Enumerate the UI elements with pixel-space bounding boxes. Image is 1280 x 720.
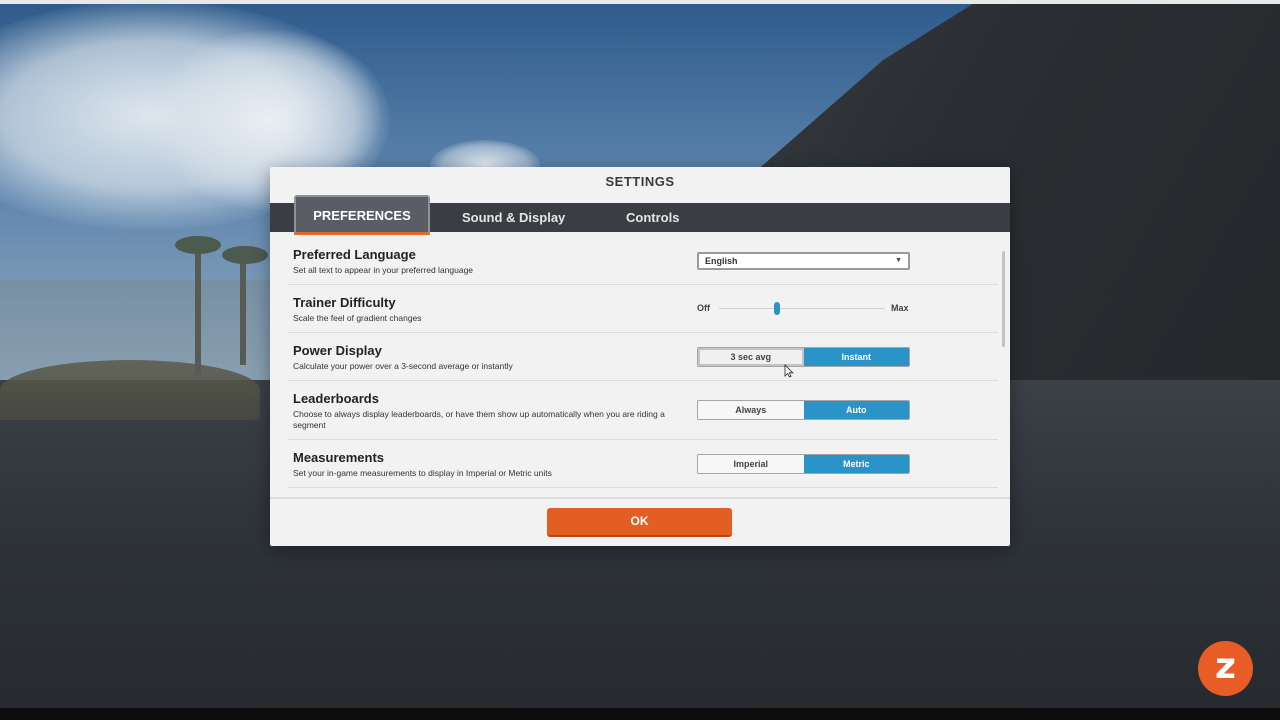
footer-divider [270, 497, 1010, 499]
power-display-toggle: 3 sec avg Instant [697, 347, 910, 367]
setting-description: Set all text to appear in your preferred… [293, 265, 474, 275]
settings-scrollbar[interactable] [1002, 251, 1005, 347]
shoreline [0, 360, 260, 420]
slider-max-label: Max [891, 303, 909, 313]
palm-tree [240, 255, 246, 365]
measurements-toggle: Imperial Metric [697, 454, 910, 474]
setting-title: Leaderboards [293, 391, 379, 406]
setting-row-leaderboards: Leaderboards Choose to always display le… [288, 381, 998, 440]
setting-row-power: Power Display Calculate your power over … [288, 333, 998, 381]
zwift-logo-icon: z [1198, 641, 1253, 696]
leaderboards-option-auto[interactable]: Auto [803, 401, 909, 419]
tab-bar: PREFERENCES Sound & Display Controls [270, 195, 1010, 235]
slider-min-label: Off [697, 303, 710, 313]
leaderboards-option-always[interactable]: Always [698, 401, 804, 419]
mouse-cursor-icon [784, 364, 794, 378]
setting-description: Set your in-game measurements to display… [293, 468, 552, 478]
chevron-down-icon: ▼ [895, 257, 902, 264]
ok-button[interactable]: OK [547, 508, 732, 537]
window-bottom-edge [0, 708, 1280, 720]
setting-title: Preferred Language [293, 247, 416, 262]
leaderboards-toggle-wrap: Always Auto [697, 400, 910, 420]
setting-title: Power Display [293, 343, 382, 358]
setting-title: Measurements [293, 450, 385, 465]
language-dropdown-wrap: English ▼ [697, 252, 910, 270]
slider-track[interactable] [719, 308, 885, 309]
measurements-option-imperial[interactable]: Imperial [698, 455, 804, 473]
power-option-instant[interactable]: Instant [803, 348, 909, 366]
difficulty-slider[interactable]: Off Max [697, 299, 910, 319]
tab-controls[interactable]: Controls [626, 203, 679, 232]
slider-thumb[interactable] [774, 302, 780, 315]
language-dropdown[interactable]: English ▼ [697, 252, 910, 270]
tab-preferences[interactable]: PREFERENCES [294, 195, 430, 235]
leaderboards-toggle: Always Auto [697, 400, 910, 420]
setting-description: Scale the feel of gradient changes [293, 313, 422, 323]
settings-list: Preferred Language Set all text to appea… [270, 233, 1010, 497]
measurements-option-metric[interactable]: Metric [803, 455, 909, 473]
settings-dialog: SETTINGS PREFERENCES Sound & Display Con… [270, 167, 1010, 546]
setting-row-difficulty: Trainer Difficulty Scale the feel of gra… [288, 285, 998, 333]
setting-title: Trainer Difficulty [293, 295, 396, 310]
window-top-edge [0, 0, 1280, 4]
palm-tree [222, 246, 268, 264]
tab-sound-display[interactable]: Sound & Display [462, 203, 565, 232]
setting-description: Calculate your power over a 3-second ave… [293, 361, 513, 371]
palm-tree [175, 236, 221, 254]
setting-row-measurements: Measurements Set your in-game measuremen… [288, 440, 998, 488]
power-toggle-wrap: 3 sec avg Instant [697, 347, 910, 367]
setting-description: Choose to always display leaderboards, o… [293, 409, 665, 430]
difficulty-slider-wrap: Off Max [697, 299, 910, 319]
measurements-toggle-wrap: Imperial Metric [697, 454, 910, 474]
language-dropdown-value: English [705, 256, 738, 266]
palm-tree [195, 245, 201, 375]
setting-row-language: Preferred Language Set all text to appea… [288, 233, 998, 285]
